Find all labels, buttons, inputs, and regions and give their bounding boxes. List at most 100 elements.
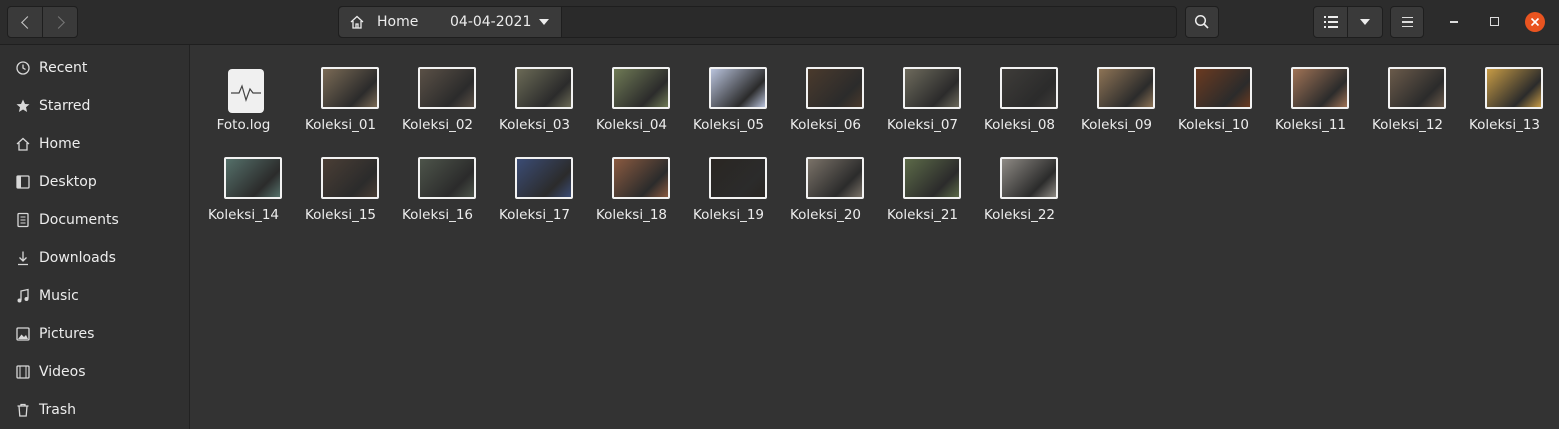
log-file-icon [228,69,264,113]
image-thumbnail [1388,67,1446,109]
file-item-image[interactable]: Koleksi_06 [777,45,874,133]
image-thumbnail [806,157,864,199]
file-item-image[interactable]: Koleksi_22 [971,135,1068,223]
sidebar-item-label: Recent [39,60,88,76]
file-name-label: Koleksi_19 [692,207,765,223]
sidebar-item-home[interactable]: Home [0,125,189,163]
sidebar-item-label: Videos [39,364,86,380]
file-name-label: Foto.log [216,117,271,133]
file-name-label: Koleksi_01 [304,117,377,133]
sidebar-item-label: Music [39,288,79,304]
image-thumbnail [321,157,379,199]
file-item-image[interactable]: Koleksi_12 [1359,45,1456,133]
sidebar-item-label: Documents [39,212,119,228]
dropdown-arrow-icon [539,19,549,25]
file-name-label: Koleksi_15 [304,207,377,223]
download-icon [15,250,31,266]
close-icon [1530,17,1540,27]
sidebar-item-pictures[interactable]: Pictures [0,315,189,353]
image-thumbnail [709,67,767,109]
file-item-image[interactable]: Koleksi_20 [777,135,874,223]
file-name-label: Koleksi_05 [692,117,765,133]
sidebar-item-label: Trash [39,402,76,418]
sidebar-item-desktop[interactable]: Desktop [0,163,189,201]
file-item-image[interactable]: Koleksi_04 [583,45,680,133]
breadcrumb-home-label: Home [377,14,419,30]
minimize-button[interactable] [1450,21,1458,23]
sidebar-item-videos[interactable]: Videos [0,353,189,391]
chevron-down-icon [1360,19,1370,25]
trash-icon [15,402,31,418]
document-icon [15,212,31,228]
file-item-image[interactable]: Koleksi_05 [680,45,777,133]
maximize-button[interactable] [1490,17,1499,26]
star-icon [15,98,31,114]
navigation-buttons [7,6,78,38]
view-buttons [1313,6,1383,38]
main-menu-button[interactable] [1390,6,1424,38]
file-item-image[interactable]: Koleksi_14 [195,135,292,223]
sidebar: Recent Starred Home Desktop Documents Do… [0,45,190,429]
file-item-log[interactable]: Foto.log [195,45,292,133]
sidebar-item-label: Starred [39,98,91,114]
image-thumbnail [418,157,476,199]
image-thumbnail [321,67,379,109]
video-icon [15,364,31,380]
picture-icon [15,326,31,342]
file-item-image[interactable]: Koleksi_03 [486,45,583,133]
close-button[interactable] [1525,12,1545,32]
hamburger-icon [1401,17,1413,27]
file-name-label: Koleksi_20 [789,207,862,223]
file-item-image[interactable]: Koleksi_13 [1456,45,1553,133]
image-thumbnail [903,67,961,109]
sidebar-item-documents[interactable]: Documents [0,201,189,239]
list-view-icon [1323,16,1338,28]
file-item-image[interactable]: Koleksi_17 [486,135,583,223]
home-icon [15,136,31,152]
home-icon [350,15,364,29]
file-item-image[interactable]: Koleksi_10 [1165,45,1262,133]
header-bar: Home 04-04-2021 [0,0,1559,45]
breadcrumb-home[interactable]: Home [339,7,435,37]
sidebar-item-recent[interactable]: Recent [0,49,189,87]
desktop-icon [15,174,31,190]
sidebar-item-downloads[interactable]: Downloads [0,239,189,277]
file-name-label: Koleksi_16 [401,207,474,223]
file-item-image[interactable]: Koleksi_11 [1262,45,1359,133]
file-item-image[interactable]: Koleksi_16 [389,135,486,223]
file-item-image[interactable]: Koleksi_07 [874,45,971,133]
file-item-image[interactable]: Koleksi_15 [292,135,389,223]
image-thumbnail [1000,157,1058,199]
image-thumbnail [515,157,573,199]
file-grid: Foto.log Koleksi_01 Koleksi_02 Koleksi_03 Ko… [191,45,1559,429]
sidebar-item-starred[interactable]: Starred [0,87,189,125]
breadcrumb-folder-label: 04-04-2021 [450,14,532,30]
file-name-label: Koleksi_17 [498,207,571,223]
file-item-image[interactable]: Koleksi_09 [1068,45,1165,133]
search-button[interactable] [1185,6,1219,38]
file-item-image[interactable]: Koleksi_02 [389,45,486,133]
file-item-image[interactable]: Koleksi_21 [874,135,971,223]
view-options-button[interactable] [1347,6,1383,38]
file-name-label: Koleksi_10 [1177,117,1250,133]
file-item-image[interactable]: Koleksi_18 [583,135,680,223]
image-thumbnail [612,157,670,199]
sidebar-item-trash[interactable]: Trash [0,391,189,429]
list-view-button[interactable] [1313,6,1348,38]
image-thumbnail [224,157,282,199]
image-thumbnail [806,67,864,109]
image-thumbnail [418,67,476,109]
forward-button[interactable] [42,6,78,38]
file-name-label: Koleksi_04 [595,117,668,133]
back-button[interactable] [7,6,43,38]
image-thumbnail [1000,67,1058,109]
sidebar-item-music[interactable]: Music [0,277,189,315]
breadcrumb-current-folder[interactable]: 04-04-2021 [434,7,562,37]
image-thumbnail [612,67,670,109]
file-item-image[interactable]: Koleksi_08 [971,45,1068,133]
image-thumbnail [709,157,767,199]
image-thumbnail [1194,67,1252,109]
file-item-image[interactable]: Koleksi_19 [680,135,777,223]
file-item-image[interactable]: Koleksi_01 [292,45,389,133]
file-name-label: Koleksi_08 [983,117,1056,133]
